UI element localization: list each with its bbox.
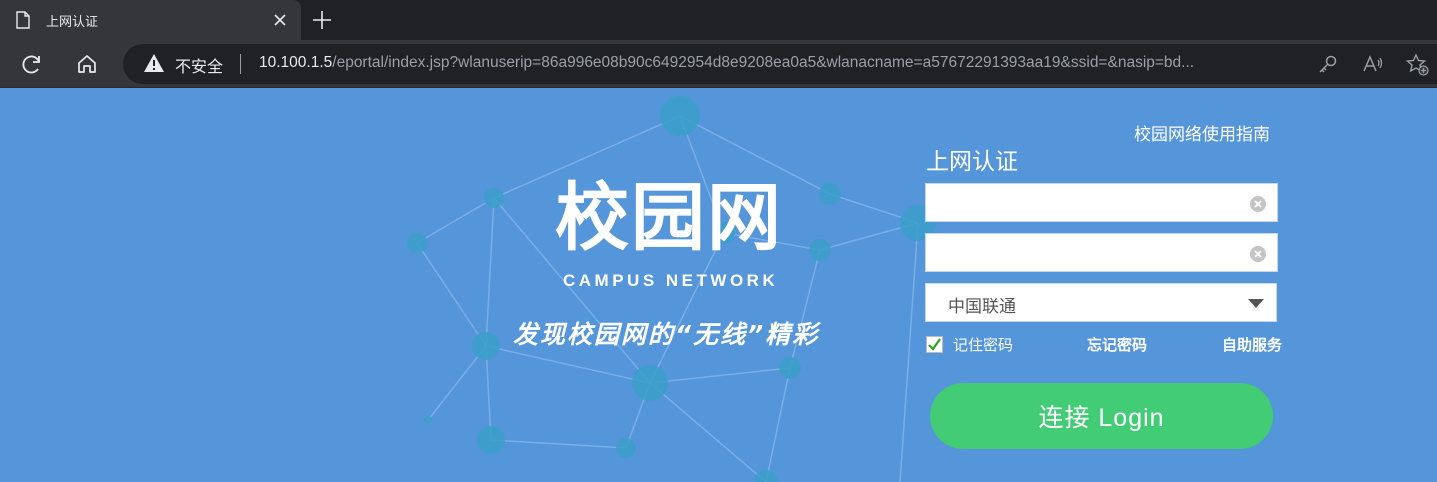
document-icon (16, 11, 30, 29)
key-icon[interactable] (1316, 52, 1340, 76)
hero-title: 校园网 (555, 175, 783, 261)
self-service-link[interactable]: 自助服务 (1222, 334, 1282, 355)
url-host: 10.100.1.5 (259, 54, 333, 71)
remember-label: 记住密码 (953, 336, 1014, 354)
remember-checkbox[interactable] (926, 336, 943, 353)
usage-guide-link[interactable]: 校园网络使用指南 (1134, 120, 1270, 145)
security-status[interactable]: 不安全 (175, 53, 223, 77)
isp-select[interactable]: 中国联通 (925, 283, 1277, 322)
new-tab-icon[interactable] (309, 7, 335, 33)
password-field[interactable] (925, 233, 1278, 272)
address-separator (240, 54, 241, 74)
chevron-down-icon (1248, 299, 1264, 308)
password-input[interactable] (926, 234, 1236, 271)
url-text[interactable]: 10.100.1.5/eportal/index.jsp?wlanuserip=… (259, 54, 1194, 72)
reload-icon[interactable] (18, 50, 46, 78)
portal-page: 校园网 CAMPUS NETWORK 发现校园网的“无线”精彩 校园网络使用指南… (0, 88, 1437, 482)
tab-strip: 上网认证 (0, 0, 1437, 40)
read-aloud-icon[interactable] (1361, 52, 1385, 76)
browser-tab[interactable]: 上网认证 (0, 0, 301, 40)
hero-slogan: 发现校园网的“无线”精彩 (513, 320, 820, 349)
tab-title: 上网认证 (46, 15, 99, 30)
close-tab-icon[interactable] (268, 8, 292, 32)
clear-icon[interactable] (1249, 195, 1267, 213)
login-form-title: 上网认证 (926, 149, 1018, 175)
forgot-password-link[interactable]: 忘记密码 (1087, 334, 1147, 355)
url-path: /eportal/index.jsp?wlanuserip=86a996e08b… (332, 54, 1195, 71)
clear-icon[interactable] (1249, 245, 1267, 263)
login-button[interactable]: 连接 Login (930, 383, 1273, 449)
username-field[interactable] (925, 183, 1278, 222)
username-input[interactable] (926, 184, 1236, 221)
favorite-add-icon[interactable] (1405, 52, 1429, 76)
home-icon[interactable] (73, 50, 101, 78)
isp-selected-value: 中国联通 (948, 297, 1016, 317)
remember-password[interactable]: 记住密码 (926, 334, 1013, 355)
warning-icon[interactable] (143, 53, 165, 73)
hero-subtitle: CAMPUS NETWORK (563, 271, 779, 290)
checkmark-icon (928, 338, 941, 351)
